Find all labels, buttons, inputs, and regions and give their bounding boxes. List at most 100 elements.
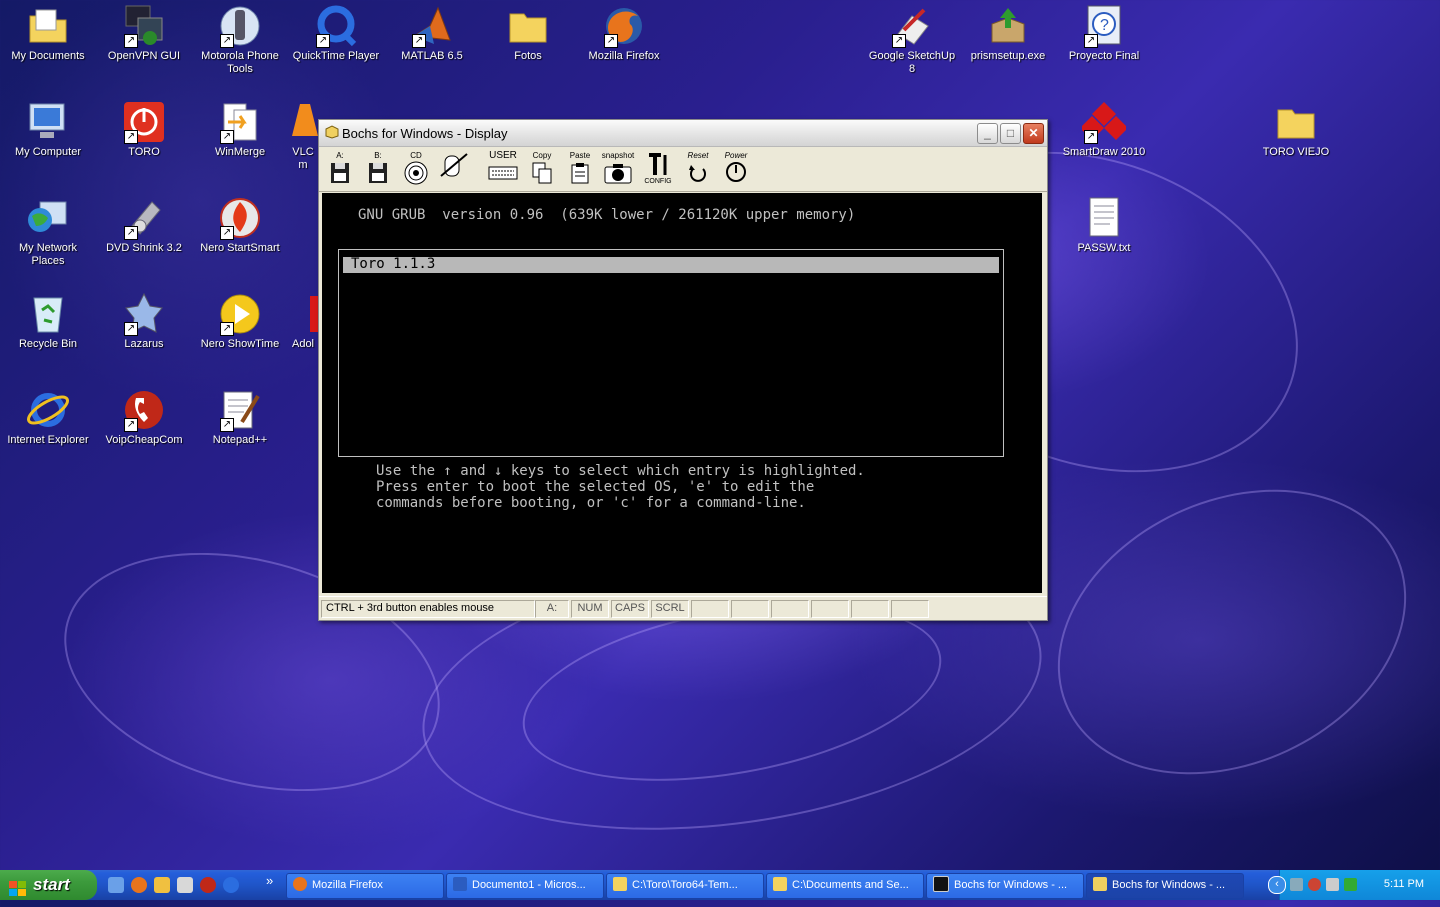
quicklaunch-desktop-icon[interactable] [108,877,124,893]
desktop-icon-smartdraw[interactable]: ↗ SmartDraw 2010 [1056,100,1152,159]
quicklaunch-overflow-button[interactable]: » [266,873,273,888]
desktop-icon-toro-viejo[interactable]: TORO VIEJO [1248,100,1344,159]
status-cell [851,600,889,618]
console-icon [933,876,949,893]
quicklaunch-record-icon[interactable] [200,877,216,893]
desktop-icon-my-network-places[interactable]: My Network Places [0,196,96,268]
start-button[interactable]: start [0,870,97,900]
window-titlebar[interactable]: Bochs for Windows - Display _ □ ✕ [319,120,1047,147]
grub-help-line-3: commands before booting, or 'c' for a co… [376,495,806,511]
desktop-icon-proyecto-final[interactable]: ? ↗ Proyecto Final [1056,4,1152,63]
quicklaunch-x-icon[interactable] [177,877,193,893]
task-mozilla-firefox[interactable]: Mozilla Firefox [286,873,444,899]
clock[interactable]: 5:11 PM [1384,878,1424,890]
config-button[interactable]: CONFIG [641,151,675,187]
desktop-icon-openvpn-gui[interactable]: ↗ OpenVPN GUI [96,4,192,63]
emulator-display[interactable]: GNU GRUB version 0.96 (639K lower / 2611… [322,193,1042,593]
desktop-icon-quicktime-player[interactable]: ↗ QuickTime Player [288,4,384,63]
desktop-icon-voipcheapcom[interactable]: ↗ VoipCheapCom [96,388,192,447]
power-icon: ↗ [122,100,166,144]
taskbar: start » Mozilla Firefox Documento1 - Mic… [0,870,1440,900]
cdrom-button[interactable]: CD [399,151,433,187]
floppy-b-button[interactable]: B: [361,151,395,187]
system-tray: ‹ 5:11 PM [1268,870,1440,900]
desktop-icon-notepad-plus-plus[interactable]: ↗ Notepad++ [192,388,288,447]
reset-button[interactable]: Reset [681,151,715,187]
installer-box-icon [986,4,1030,48]
desktop-icon-recycle-bin[interactable]: Recycle Bin [0,292,96,351]
desktop-icon-winmerge[interactable]: ↗ WinMerge [192,100,288,159]
copy-icon [532,162,552,184]
snapshot-label: snapshot [601,151,635,160]
adobe-icon [288,292,318,336]
copy-label: Copy [532,151,552,160]
status-cell [731,600,769,618]
floppy-icon [331,163,349,183]
config-label: CONFIG [644,178,672,185]
desktop-icon-passw-txt[interactable]: PASSW.txt [1056,196,1152,255]
clipboard-icon [571,163,589,184]
desktop-icon-lazarus[interactable]: ↗ Lazarus [96,292,192,351]
start-label: start [33,875,70,894]
voip-phone-icon: ↗ [122,388,166,432]
desktop-icon-my-documents[interactable]: My Documents [0,4,96,63]
grub-menu-entry-selected[interactable]: Toro 1.1.3 [343,256,999,273]
desktop-icon-dvd-shrink[interactable]: ↗ DVD Shrink 3.2 [96,196,192,255]
task-documents-folder[interactable]: C:\Documents and Se... [766,873,924,899]
desktop-icon-fotos[interactable]: Fotos [480,4,576,63]
windows-flag-icon [9,877,27,896]
desktop-icon-matlab[interactable]: ↗ MATLAB 6.5 [384,4,480,63]
status-cell [691,600,729,618]
quicklaunch-firefox-icon[interactable] [131,877,147,893]
camera-icon [604,164,632,184]
connection-tray-icon[interactable] [1326,878,1339,891]
desktop-icon-my-computer[interactable]: My Computer [0,100,96,159]
antivirus-tray-icon[interactable] [1308,878,1321,891]
snapshot-button[interactable]: snapshot [601,151,635,187]
desktop-icon-toro[interactable]: ↗ TORO [96,100,192,159]
desktop-icon-mozilla-firefox[interactable]: ↗ Mozilla Firefox [576,4,672,63]
smartdraw-icon: ↗ [1080,100,1128,144]
copy-button[interactable]: Copy [525,151,559,187]
floppy-a-button[interactable]: A: [323,151,357,187]
bochs-icon [1093,877,1107,892]
desktop-icon-nero-startsmart[interactable]: ↗ Nero StartSmart [192,196,288,255]
task-toro-folder[interactable]: C:\Toro\Toro64-Tem... [606,873,764,899]
user-label: USER [489,150,517,161]
maximize-button[interactable]: □ [1000,123,1021,144]
status-cell [771,600,809,618]
task-label: Mozilla Firefox [312,879,383,891]
floppy-b-label: B: [374,151,382,160]
desktop-icon-vlc[interactable]: VLC m [288,100,318,172]
status-num: NUM [571,600,609,618]
network-tray-icon[interactable] [1290,878,1303,891]
task-bochs-display[interactable]: Bochs for Windows - ... [1086,873,1244,899]
folder-icon [506,4,550,48]
task-bochs-console[interactable]: Bochs for Windows - ... [926,873,1084,899]
status-tray-icon[interactable] [1344,878,1357,891]
minimize-button[interactable]: _ [977,123,998,144]
power-button[interactable]: Power [719,151,753,187]
desktop-icon-prismsetup[interactable]: prismsetup.exe [960,4,1056,63]
mouse-toggle-button[interactable] [437,151,471,187]
power-icon [726,162,746,182]
desktop-icon-motorola-phone-tools[interactable]: ↗ Motorola Phone Tools [192,4,288,76]
desktop-icon-internet-explorer[interactable]: Internet Explorer [0,388,96,447]
task-label: Bochs for Windows - ... [1112,879,1226,891]
user-button[interactable]: USER [483,151,523,187]
paste-button[interactable]: Paste [563,151,597,187]
quicklaunch-pencil-icon[interactable] [154,877,170,893]
dvd-shrink-icon: ↗ [122,196,166,240]
status-caps: CAPS [611,600,649,618]
status-drive: A: [535,600,569,618]
play-disc-icon: ↗ [218,292,262,336]
firefox-icon [293,877,307,892]
close-button[interactable]: ✕ [1023,123,1044,144]
desktop-icon-google-sketchup[interactable]: ↗ Google SketchUp 8 [864,4,960,76]
tray-expand-button[interactable]: ‹ [1268,876,1286,894]
desktop-icon-adobe[interactable]: Adol [288,292,318,351]
quicklaunch-ie-icon[interactable] [223,877,239,893]
internet-explorer-icon [26,388,70,432]
task-documento1[interactable]: Documento1 - Micros... [446,873,604,899]
desktop-icon-nero-showtime[interactable]: ↗ Nero ShowTime [192,292,288,351]
